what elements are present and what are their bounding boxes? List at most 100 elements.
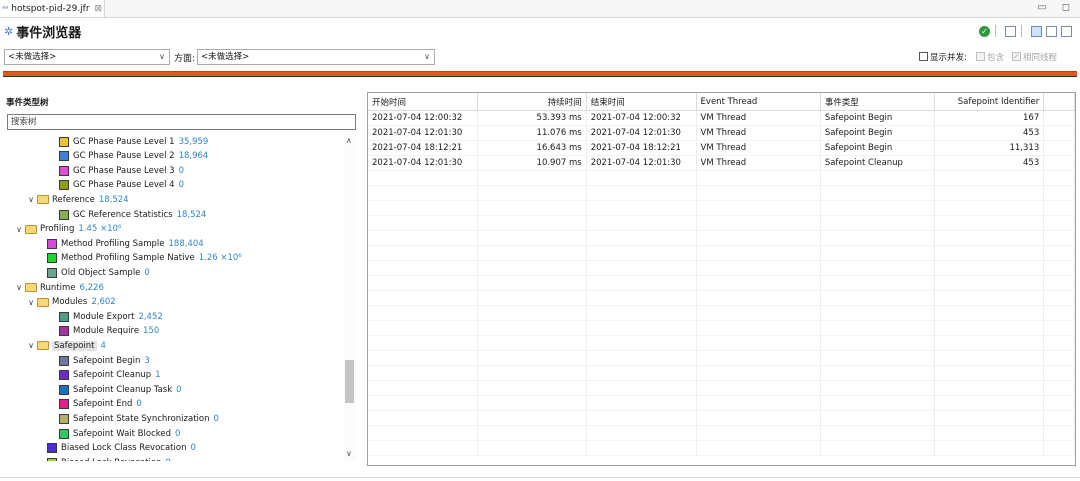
tree-folder[interactable]: ∨ Profiling 1.45 ×10⁶ [14,223,121,236]
tree-folder[interactable]: ∨ Modules 2,602 [26,296,116,309]
tree-item[interactable]: Biased Lock Class Revocation 0 [47,442,196,455]
chevron-down-icon[interactable]: ∨ [26,195,36,204]
tree-item[interactable]: Safepoint Cleanup 1 [59,369,161,382]
show-concurrent-checkbox[interactable] [919,52,928,61]
table-row[interactable] [368,185,1075,201]
cell-safepoint-id [934,305,1045,321]
chevron-down-icon[interactable]: ∨ [14,225,24,234]
window-controls[interactable]: ▭ ◻ [1037,2,1076,13]
table-row[interactable] [368,320,1075,336]
cell-event-type [820,320,936,336]
select-columns-icon[interactable] [1005,25,1016,37]
column-header-duration[interactable]: 持续时间 [477,93,587,111]
tree-item[interactable]: Module Export 2,452 [59,310,163,323]
tree-folder[interactable]: ∨ Runtime 6,226 [14,281,104,294]
table-row[interactable] [368,200,1075,216]
table-row[interactable] [368,260,1075,276]
table-row[interactable] [368,425,1075,441]
event-table[interactable]: 开始时间 持续时间 结束时间 Event Thread 事件类型 Safepoi… [367,92,1076,466]
table-row[interactable] [368,230,1075,246]
contains-checkbox[interactable] [976,52,985,61]
tree-item[interactable]: GC Phase Pause Level 30 [59,164,184,177]
table-row[interactable] [368,350,1075,366]
timeline-bar[interactable] [3,71,1077,77]
table-row[interactable]: 2021-07-04 18:12:21 16.643 ms 2021-07-04 1… [368,140,1075,156]
cell-safepoint-id [934,350,1045,366]
column-header-start-time[interactable]: 开始时间 [368,93,479,111]
tree-folder[interactable]: ∨ Safepoint 4 [26,339,106,352]
cell-end-time: 2021-07-04 12:01:30 [586,125,697,141]
cell-safepoint-id [934,365,1045,381]
chevron-down-icon[interactable]: ∨ [26,341,36,350]
chevron-down-icon[interactable]: ∨ [14,283,24,292]
table-header-row: 开始时间 持续时间 结束时间 Event Thread 事件类型 Safepoi… [368,93,1075,111]
event-color-icon [59,428,69,439]
cell-event-thread [696,260,821,276]
filter-select[interactable]: <未做选择> ∨ [4,49,170,65]
scroll-down-icon[interactable]: ∨ [346,449,352,458]
table-row[interactable] [368,170,1075,186]
tree-item[interactable]: Safepoint End 0 [59,398,142,411]
table-row[interactable]: 2021-07-04 12:01:30 11.076 ms 2021-07-04 1… [368,125,1075,141]
tree-item[interactable]: Safepoint Begin 3 [59,354,150,367]
tree-item[interactable]: GC Phase Pause Level 2 18,964 [59,150,208,163]
table-row[interactable]: 2021-07-04 12:01:30 10.907 ms 2021-07-04 1… [368,155,1075,171]
chevron-down-icon: ∨ [424,52,430,61]
close-icon[interactable]: ⊠ [95,4,103,14]
cell-event-type [820,200,936,216]
aspect-select[interactable]: <未做选择> ∨ [197,49,435,65]
tree-item[interactable]: Method Profiling Sample 188,404 [47,237,204,250]
search-tree-input[interactable]: 搜索树 [7,114,356,130]
cell-duration: 53.393 ms [477,110,587,126]
scrollbar-thumb[interactable] [345,360,354,403]
tree-item[interactable]: Method Profiling Sample Native 1.26 ×10⁶ [47,252,242,265]
jfr-file-tab[interactable]: ᵃᵃ hotspot-pid-29.jfr ⊠ [0,0,105,17]
column-header-safepoint-id[interactable]: Safepoint Identifier [934,93,1045,111]
table-row[interactable] [368,215,1075,231]
column-header-end-time[interactable]: 结束时间 [586,93,697,111]
cell-filler [1043,155,1075,171]
table-row[interactable] [368,365,1075,381]
table-row[interactable]: 2021-07-04 12:00:32 53.393 ms 2021-07-04 1… [368,110,1075,126]
tree-item[interactable]: GC Reference Statistics 18,524 [59,208,206,221]
table-row[interactable] [368,380,1075,396]
cell-event-thread [696,290,821,306]
cell-safepoint-id [934,260,1045,276]
tree-item[interactable]: GC Phase Pause Level 40 [59,179,184,192]
tree-item[interactable]: Safepoint Cleanup Task 0 [59,383,182,396]
same-thread-checkbox[interactable]: ✓ [1012,52,1021,61]
column-header-event-thread[interactable]: Event Thread [696,93,821,111]
details-view-icon[interactable] [1061,25,1072,37]
tab-title: hotspot-pid-29.jfr [11,3,90,14]
grid-view-icon[interactable] [1031,25,1042,37]
cell-event-type [820,260,936,276]
tree-folder[interactable]: ∨ Reference 18,524 [26,193,129,206]
table-row[interactable] [368,245,1075,261]
table-row[interactable] [368,440,1075,456]
cell-event-type [820,335,936,351]
table-row[interactable] [368,290,1075,306]
table-row[interactable] [368,305,1075,321]
chevron-down-icon[interactable]: ∨ [26,298,36,307]
event-type-tree[interactable]: GC Phase Pause Level 1 35,959 GC Phase Pau… [0,133,344,461]
tree-item[interactable]: GC Phase Pause Level 1 35,959 [59,135,208,148]
tree-scrollbar[interactable]: ∧ ∨ [344,133,356,461]
list-view-icon[interactable] [1046,25,1057,37]
cell-event-thread [696,305,821,321]
table-row[interactable] [368,410,1075,426]
tree-item-label: Safepoint Begin [73,355,141,366]
tree-item[interactable]: Module Require 150 [59,325,159,338]
tree-item[interactable]: Old Object Sample 0 [47,266,150,279]
table-row[interactable] [368,335,1075,351]
cell-filler [1043,200,1075,216]
cell-start-time [368,425,479,441]
table-row[interactable] [368,395,1075,411]
tree-item[interactable]: Safepoint State Synchronization 0 [59,412,219,425]
scroll-up-icon[interactable]: ∧ [346,136,352,145]
column-header-event-type[interactable]: 事件类型 [820,93,936,111]
tree-item[interactable]: Safepoint Wait Blocked 0 [59,427,180,440]
cell-event-thread [696,440,821,456]
table-row[interactable] [368,275,1075,291]
tree-item[interactable]: Biased Lock Revocation 0 [47,456,171,461]
event-color-icon [59,370,69,381]
